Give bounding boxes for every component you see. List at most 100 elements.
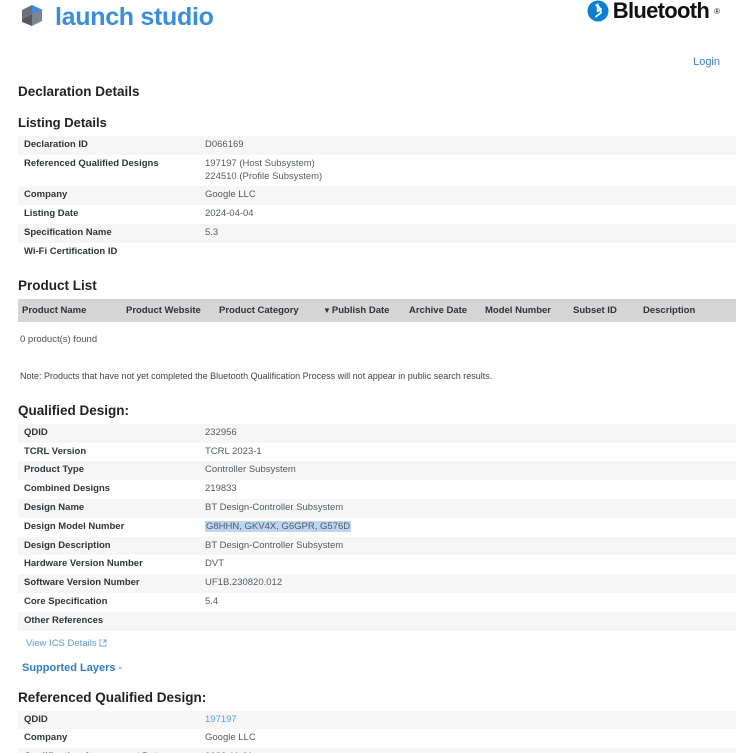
bluetooth-logo: Bluetooth ® [587, 0, 720, 22]
row-value [199, 243, 736, 262]
table-row: Software Version Number UF1B.230820.012 [18, 574, 736, 593]
view-ics-details-row: View ICS Details [26, 638, 728, 650]
row-label: Other References [24, 614, 104, 626]
column-header-product-category[interactable]: Product Category [215, 298, 319, 322]
row-label: Hardware Version Number [24, 558, 143, 570]
external-link-icon [99, 639, 107, 650]
listing-details-table: Declaration ID D066169 Referenced Qualif… [18, 136, 736, 262]
bluetooth-registered-mark: ® [714, 6, 720, 16]
table-row: Company Google LLC [18, 729, 736, 749]
login-row: Login [10, 52, 728, 74]
referenced-qdid-link[interactable]: 197197 [205, 714, 237, 725]
row-label: Specification Name [24, 227, 112, 239]
row-label: Core Specification [24, 596, 108, 607]
row-label: TCRL Version [24, 445, 87, 457]
table-row: Design Name BT Design-Controller Subsyst… [18, 498, 736, 518]
column-header-model-number[interactable]: Model Number [481, 298, 569, 322]
row-label: Software Version Number [24, 577, 140, 589]
row-value: 197197 (Host Subsystem) 224510 (Profile … [199, 155, 736, 187]
bluetooth-rune-icon [587, 0, 609, 22]
supported-layers-collapse-indicator: - [118, 661, 123, 674]
column-header-product-name[interactable]: Product Name [18, 298, 122, 322]
table-row: Design Model Number G8HHN, GKV4X, G6GPR,… [18, 517, 736, 537]
column-header-publish-date[interactable]: ▼Publish Date [319, 298, 405, 322]
view-ics-details-link[interactable]: View ICS Details [26, 638, 107, 649]
row-value-line-1: 197197 (Host Subsystem) [205, 157, 315, 169]
sort-descending-caret-icon: ▼ [323, 305, 331, 315]
row-label: Referenced Qualified Designs [24, 157, 159, 169]
listing-details-heading: Listing Details [18, 115, 107, 130]
row-value: D066169 [205, 139, 244, 150]
table-row: Wi-Fi Certification ID [18, 242, 736, 262]
product-list-heading: Product List [18, 277, 97, 293]
page-title: Declaration Details [18, 84, 140, 99]
row-value: 219833 [205, 483, 237, 495]
row-label: QDID [24, 426, 48, 438]
qualified-design-table: QDID 232956 TCRL Version TCRL 2023-1 Pro… [18, 423, 736, 631]
row-value: 2022-11-01 [199, 748, 736, 753]
table-row: Core Specification 5.4 [18, 593, 736, 612]
row-value: Google LLC [205, 189, 256, 201]
table-row: Specification Name 5.3 [18, 224, 736, 243]
row-label: Design Description [24, 539, 111, 551]
row-label: Listing Date [24, 208, 79, 220]
table-row: Company Google LLC [18, 186, 736, 206]
row-label: Company [24, 732, 68, 744]
column-header-archive-date[interactable]: Archive Date [405, 298, 481, 322]
launch-studio-cube-icon [18, 2, 48, 32]
row-value: 5.3 [205, 227, 219, 239]
row-value: DVT [205, 558, 224, 570]
referenced-qualified-design-heading: Referenced Qualified Design: [18, 689, 207, 705]
table-row: Referenced Qualified Designs 197197 (Hos… [18, 154, 736, 187]
bluetooth-wordmark: Bluetooth [612, 0, 710, 23]
row-value: Google LLC [205, 732, 256, 744]
row-label: Design Model Number [24, 520, 125, 532]
row-label: Company [24, 189, 68, 201]
product-count-text: 0 product(s) found [20, 333, 98, 345]
row-value: 5.4 [205, 596, 219, 607]
supported-layers-toggle[interactable]: Supported Layers - [22, 662, 728, 674]
product-list-note: Note: Products that have not yet complet… [20, 370, 493, 381]
view-ics-details-label: View ICS Details [26, 637, 97, 649]
table-row: QDID 232956 [18, 423, 736, 443]
site-header: launch studio Bluetooth ® [10, 0, 728, 52]
column-header-publish-date-label: Publish Date [331, 304, 390, 316]
supported-layers-label: Supported Layers [22, 661, 116, 674]
row-value: 2024-04-04 [205, 208, 254, 220]
table-row: Qualification Assessment Date 2022-11-01 [18, 748, 736, 753]
row-value: 197197 [199, 711, 736, 730]
row-label: Combined Designs [24, 483, 111, 495]
column-header-description[interactable]: Description [639, 298, 736, 322]
design-model-number-selected-text[interactable]: G8HHN, GKV4X, G6GPR, G576D [205, 520, 352, 532]
table-row: Product Type Controller Subsystem [18, 461, 736, 481]
referenced-qualified-design-table: QDID 197197 Company Google LLC Qualifica… [18, 710, 736, 753]
row-label: Qualification Assessment Date [18, 748, 199, 753]
qualified-design-heading: Qualified Design: [18, 402, 130, 418]
row-label: Declaration ID [24, 139, 88, 150]
table-row: Combined Designs 219833 [18, 480, 736, 499]
table-row: Declaration ID D066169 [18, 136, 736, 155]
row-value [199, 612, 736, 631]
row-label: QDID [24, 713, 48, 725]
table-row: QDID 197197 [18, 710, 736, 730]
row-value: Controller Subsystem [205, 464, 296, 476]
table-row: Listing Date 2024-04-04 [18, 205, 736, 225]
column-header-product-website[interactable]: Product Website [122, 298, 215, 322]
row-value-line-2: 224510 (Profile Subsystem) [205, 170, 323, 182]
login-link[interactable]: Login [693, 56, 720, 68]
launch-studio-logo[interactable]: launch studio [18, 2, 214, 32]
product-list-table: Product Name Product Website Product Cat… [18, 298, 736, 322]
table-row: Other References [18, 611, 736, 631]
product-list-header-row: Product Name Product Website Product Cat… [18, 298, 736, 322]
row-value: 232956 [205, 426, 237, 438]
table-row: Hardware Version Number DVT [18, 555, 736, 575]
row-value: TCRL 2023-1 [205, 445, 262, 457]
row-label: Design Name [24, 501, 85, 513]
table-row: Design Description BT Design-Controller … [18, 536, 736, 556]
row-value: BT Design-Controller Subsystem [205, 501, 344, 513]
row-label: Product Type [24, 464, 84, 476]
row-label: Wi-Fi Certification ID [24, 245, 118, 257]
launch-studio-wordmark: launch studio [55, 2, 214, 31]
table-row: TCRL Version TCRL 2023-1 [18, 442, 736, 462]
column-header-subset-id[interactable]: Subset ID [569, 298, 639, 322]
